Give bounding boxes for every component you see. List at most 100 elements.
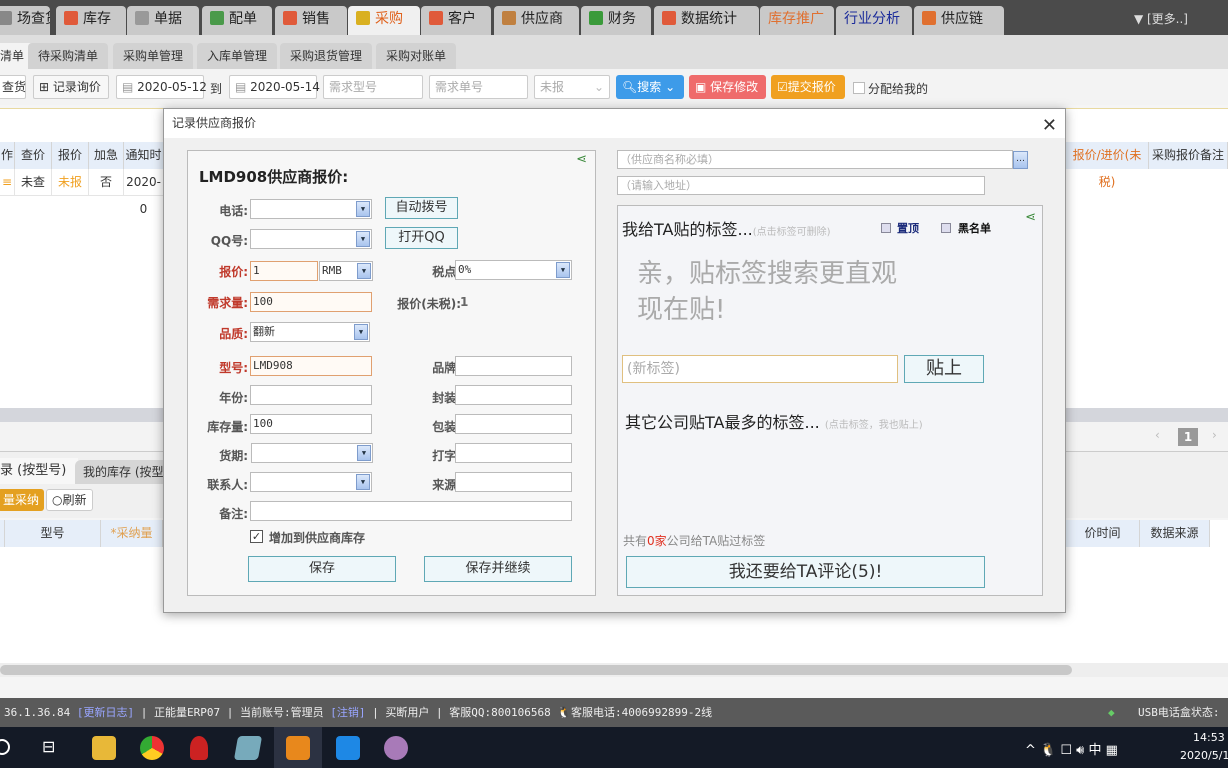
contact-select[interactable]: ▼ [250,472,372,492]
prev-page-icon[interactable]: ‹ [1155,428,1160,442]
column-header[interactable]: 报价/进价(未税) [1066,142,1149,189]
open-qq-button[interactable]: 打开QQ [385,227,458,249]
search-button[interactable]: 🔍︎搜索 ⌄ [616,75,684,99]
search-circle-icon[interactable] [0,739,10,755]
quantity-input[interactable]: 100 [250,292,372,312]
dropdown-arrow-icon[interactable]: ▼ [354,324,368,340]
qq-icon[interactable] [190,736,208,760]
packing-input[interactable] [455,414,572,434]
address-input[interactable]: （请输入地址） [617,176,985,195]
next-page-icon[interactable]: › [1212,428,1217,442]
tab-2[interactable]: 单据 [127,6,199,35]
tab-11[interactable]: 行业分析 [836,6,912,35]
status-select[interactable]: 未报 ⌄ [534,75,610,99]
refresh-button[interactable]: ○刷新 [46,489,93,511]
find-stock-button[interactable]: 查货 [0,75,26,99]
column-header[interactable]: 采购报价备注 [1149,142,1228,169]
sub-tab-2[interactable]: 采购单管理 [113,43,194,69]
phone-select[interactable]: ▼ [250,199,372,219]
batch-accept-button[interactable]: 量采纳 [0,489,45,511]
dropdown-arrow-icon[interactable]: ▼ [356,201,370,217]
column-header[interactable]: 型号 [5,520,101,547]
brand-input[interactable] [455,356,572,376]
more-menu[interactable]: ▼ [更多..] [1134,10,1188,27]
column-header[interactable]: 数据来源 [1140,520,1210,547]
tab-10[interactable]: 库存推广 [760,6,834,35]
changelog-link[interactable]: [更新日志] [77,706,134,719]
model-input[interactable]: LMD908 [250,356,372,376]
tab-by-model[interactable]: 录 (按型号) [0,458,79,484]
media-app-icon[interactable] [384,736,408,760]
currency-select[interactable]: RMB ▼ [319,261,373,281]
order-search-input[interactable]: 需求单号 [429,75,528,99]
sub-tab-3[interactable]: 入库单管理 [197,43,278,69]
page-number[interactable]: 1 [1178,428,1198,446]
comment-button[interactable]: 我还要给TA评论(5)! [626,556,985,588]
stock-input[interactable]: 100 [250,414,372,434]
save-changes-button[interactable]: ▣ 保存修改 [689,75,766,99]
marking-input[interactable] [455,443,572,463]
save-button[interactable]: 保存 [248,556,396,582]
share-icon[interactable]: ⋖ [576,152,587,167]
tab-12[interactable]: 供应链 [914,6,1004,35]
chrome-icon[interactable] [140,736,164,760]
column-header[interactable]: 通知时 [124,142,164,169]
qq-select[interactable]: ▼ [250,229,372,249]
supplier-picker-button[interactable]: … [1013,151,1028,169]
tab-4[interactable]: 销售 [275,6,347,35]
supplier-name-input[interactable]: （供应商名称必填） [617,150,1013,169]
dropdown-arrow-icon[interactable]: ▼ [357,263,371,279]
tax-select[interactable]: 0% ▼ [455,260,572,280]
scrollbar-thumb[interactable] [0,665,1072,675]
date-to-input[interactable]: ▤ 2020-05-14 [229,75,320,99]
horizontal-scrollbar[interactable] [0,663,1228,677]
task-view-icon[interactable]: ⊟ [42,737,55,756]
sub-tab-1[interactable]: 待采购清单 [28,43,109,69]
sub-tab-4[interactable]: 采购退货管理 [280,43,373,69]
column-header[interactable]: 报价 [52,142,89,169]
save-continue-button[interactable]: 保存并继续 [424,556,572,582]
source-input[interactable] [455,472,572,492]
column-header[interactable]: 价时间 [1066,520,1140,547]
dropdown-arrow-icon[interactable]: ▼ [556,262,570,278]
submit-quote-button[interactable]: ☑提交报价 [771,75,845,99]
column-header[interactable]: 查价 [15,142,52,169]
apply-tag-button[interactable]: 贴上 [904,355,984,383]
column-header[interactable]: *采纳量 [101,520,163,547]
tab-6[interactable]: 客户 [421,6,491,35]
tab-1[interactable]: 库存 [56,6,126,35]
tab-3[interactable]: 配单 [202,6,272,35]
erp-taskbar-item[interactable] [274,727,322,768]
tab-7[interactable]: 供应商 [494,6,579,35]
app-icon[interactable] [233,736,263,760]
system-tray[interactable]: ^ 🐧 ☐ 🔊︎ 中 ▦ [1025,739,1118,758]
column-header[interactable]: 作 [0,142,15,169]
tab-0[interactable]: 场查货 [0,6,50,35]
new-tag-input[interactable]: (新标签) [622,355,898,383]
price-input[interactable]: 1 [250,261,318,281]
sub-tab-5[interactable]: 采购对账单 [376,43,457,69]
auto-dial-button[interactable]: 自动拨号 [385,197,458,219]
year-input[interactable] [250,385,372,405]
blacklist-checkbox[interactable] [941,223,951,233]
date-from-input[interactable]: ▤ 2020-05-12 [116,75,207,99]
tab-8[interactable]: 财务 [581,6,651,35]
tab-9[interactable]: 数据统计 [654,6,759,35]
file-explorer-icon[interactable] [92,736,116,760]
assigned-checkbox[interactable] [853,82,865,94]
close-icon[interactable]: ✕ [1042,111,1057,140]
model-search-input[interactable]: 需求型号 [323,75,423,99]
pin-checkbox[interactable] [881,223,891,233]
quality-select[interactable]: 翻新 ▼ [250,322,370,342]
tab-5[interactable]: 采购 [348,6,420,35]
add-stock-checkbox[interactable]: ✓ [250,530,263,543]
record-inquiry-button[interactable]: ⊞ 记录询价 [33,75,109,99]
logout-link[interactable]: [注销] [330,706,365,719]
note-input[interactable] [250,501,572,521]
dropdown-arrow-icon[interactable]: ▼ [357,445,371,461]
dropdown-arrow-icon[interactable]: ▼ [356,474,370,490]
clock-date[interactable]: 2020/5/1 [1180,749,1228,762]
dropdown-arrow-icon[interactable]: ▼ [356,231,370,247]
lead-time-select[interactable]: ▼ [251,443,373,463]
video-app-icon[interactable] [336,736,360,760]
